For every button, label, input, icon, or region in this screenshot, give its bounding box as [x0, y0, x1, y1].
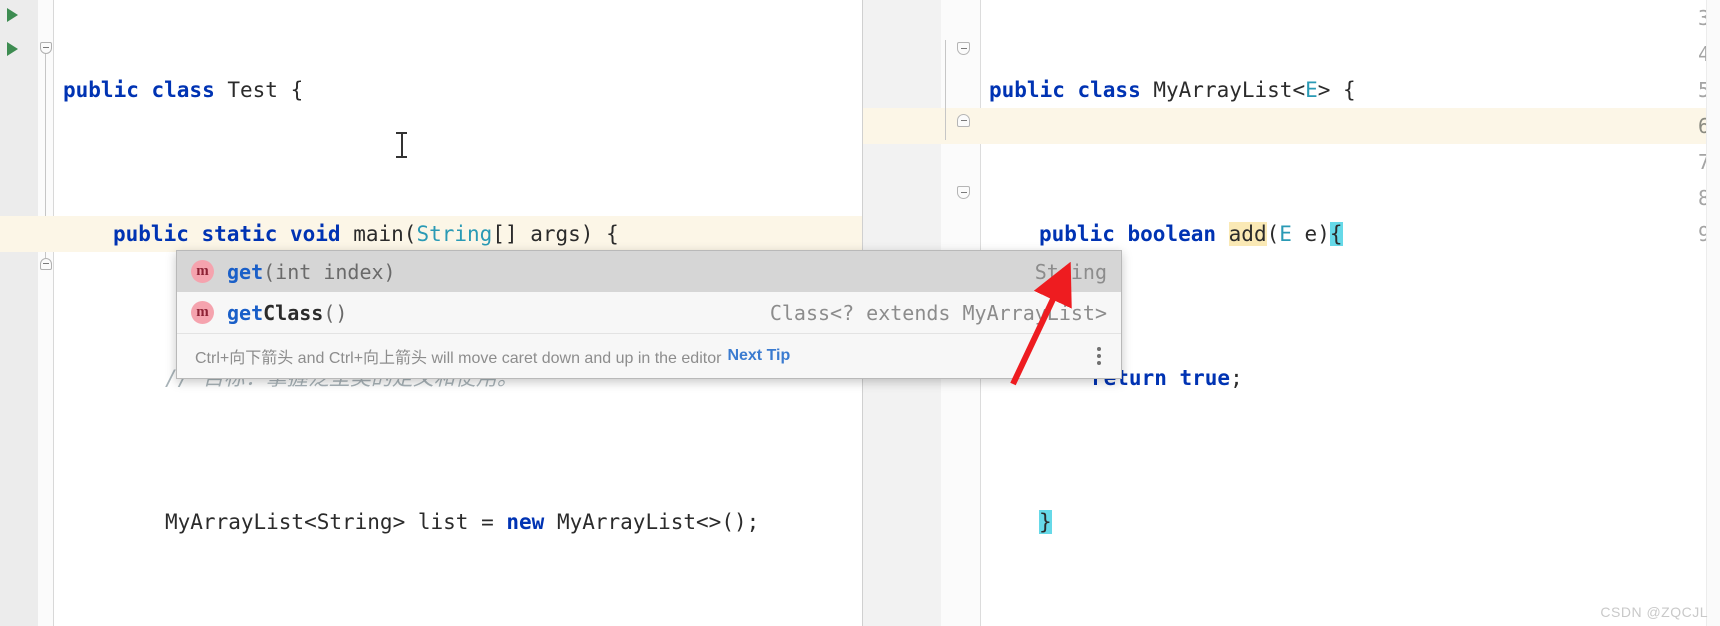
code-token: public static void: [113, 222, 354, 246]
code-line: public class Test {: [55, 72, 862, 108]
tip-text: Ctrl+向下箭头 and Ctrl+向上箭头 will move caret …: [195, 350, 722, 367]
method-icon: m: [191, 260, 214, 283]
autocomplete-item-getclass[interactable]: m getClass() Class<? extends MyArrayList…: [177, 292, 1121, 333]
autocomplete-popup[interactable]: m get(int index) String m getClass() Cla…: [176, 250, 1122, 379]
code-token-highlighted: add: [1228, 222, 1267, 246]
code-token: > {: [1317, 78, 1356, 102]
code-line: public boolean add(E e){: [981, 216, 1720, 252]
code-token: (: [1266, 222, 1280, 246]
code-token: String: [416, 222, 493, 246]
autocomplete-item-signature: (int index): [263, 259, 396, 284]
next-tip-link[interactable]: Next Tip: [727, 347, 790, 365]
kebab-menu-icon[interactable]: [1091, 343, 1107, 369]
code-line: public static void main(String[] args) {: [55, 216, 862, 252]
autocomplete-item-get[interactable]: m get(int index) String: [177, 251, 1121, 292]
code-brace-matched: }: [1039, 510, 1052, 534]
code-token: public class: [63, 78, 228, 102]
code-token: e): [1291, 222, 1330, 246]
autocomplete-item-name-prefix: get: [227, 300, 264, 325]
ide-screenshot: public class Test { public static void m…: [0, 0, 1720, 626]
method-icon: m: [191, 301, 214, 324]
autocomplete-item-name-suffix: Class: [263, 300, 324, 325]
run-class-icon[interactable]: [7, 8, 18, 22]
code-token: MyArrayList<String> list =: [165, 510, 507, 534]
fold-marker-close[interactable]: [40, 258, 52, 270]
code-line: MyArrayList<String> list = new MyArrayLi…: [55, 504, 862, 540]
code-token: Test {: [227, 78, 304, 102]
code-token: ;: [1230, 366, 1243, 390]
fold-marker-open-get[interactable]: [957, 186, 970, 199]
code-token: main(: [353, 222, 417, 246]
code-brace-matched: {: [1329, 222, 1343, 246]
code-token: public class: [989, 78, 1154, 102]
autocomplete-item-label: getClass(): [227, 301, 347, 325]
code-token: [] args) {: [492, 222, 619, 246]
autocomplete-item-name: get: [227, 259, 264, 284]
fold-marker-open[interactable]: [957, 42, 970, 55]
code-token: MyArrayList<: [1153, 78, 1306, 102]
code-token: E: [1279, 222, 1292, 246]
code-line: public class MyArrayList<E> {: [981, 72, 1720, 108]
autocomplete-item-label: get(int index): [227, 260, 396, 284]
code-token: MyArrayList<>();: [556, 510, 760, 534]
fold-marker-open[interactable]: [40, 42, 52, 54]
autocomplete-footer: Ctrl+向下箭头 and Ctrl+向上箭头 will move caret …: [177, 333, 1121, 378]
code-token: public boolean: [1039, 222, 1229, 246]
fold-marker-close[interactable]: [957, 114, 970, 127]
autocomplete-item-type: Class<? extends MyArrayList>: [769, 300, 1107, 325]
autocomplete-item-signature: (): [323, 300, 348, 325]
autocomplete-item-type: String: [1034, 259, 1107, 284]
code-line-active: }: [981, 504, 1720, 540]
watermark: CSDN @ZQCJL: [1600, 604, 1708, 620]
left-fold-gutter[interactable]: [38, 0, 54, 626]
code-token: new: [506, 510, 557, 534]
run-method-icon[interactable]: [7, 42, 18, 56]
left-gutter[interactable]: [0, 0, 38, 626]
code-token: E: [1305, 78, 1318, 102]
mouse-text-cursor: [396, 132, 407, 158]
fold-guide-line: [945, 40, 946, 140]
